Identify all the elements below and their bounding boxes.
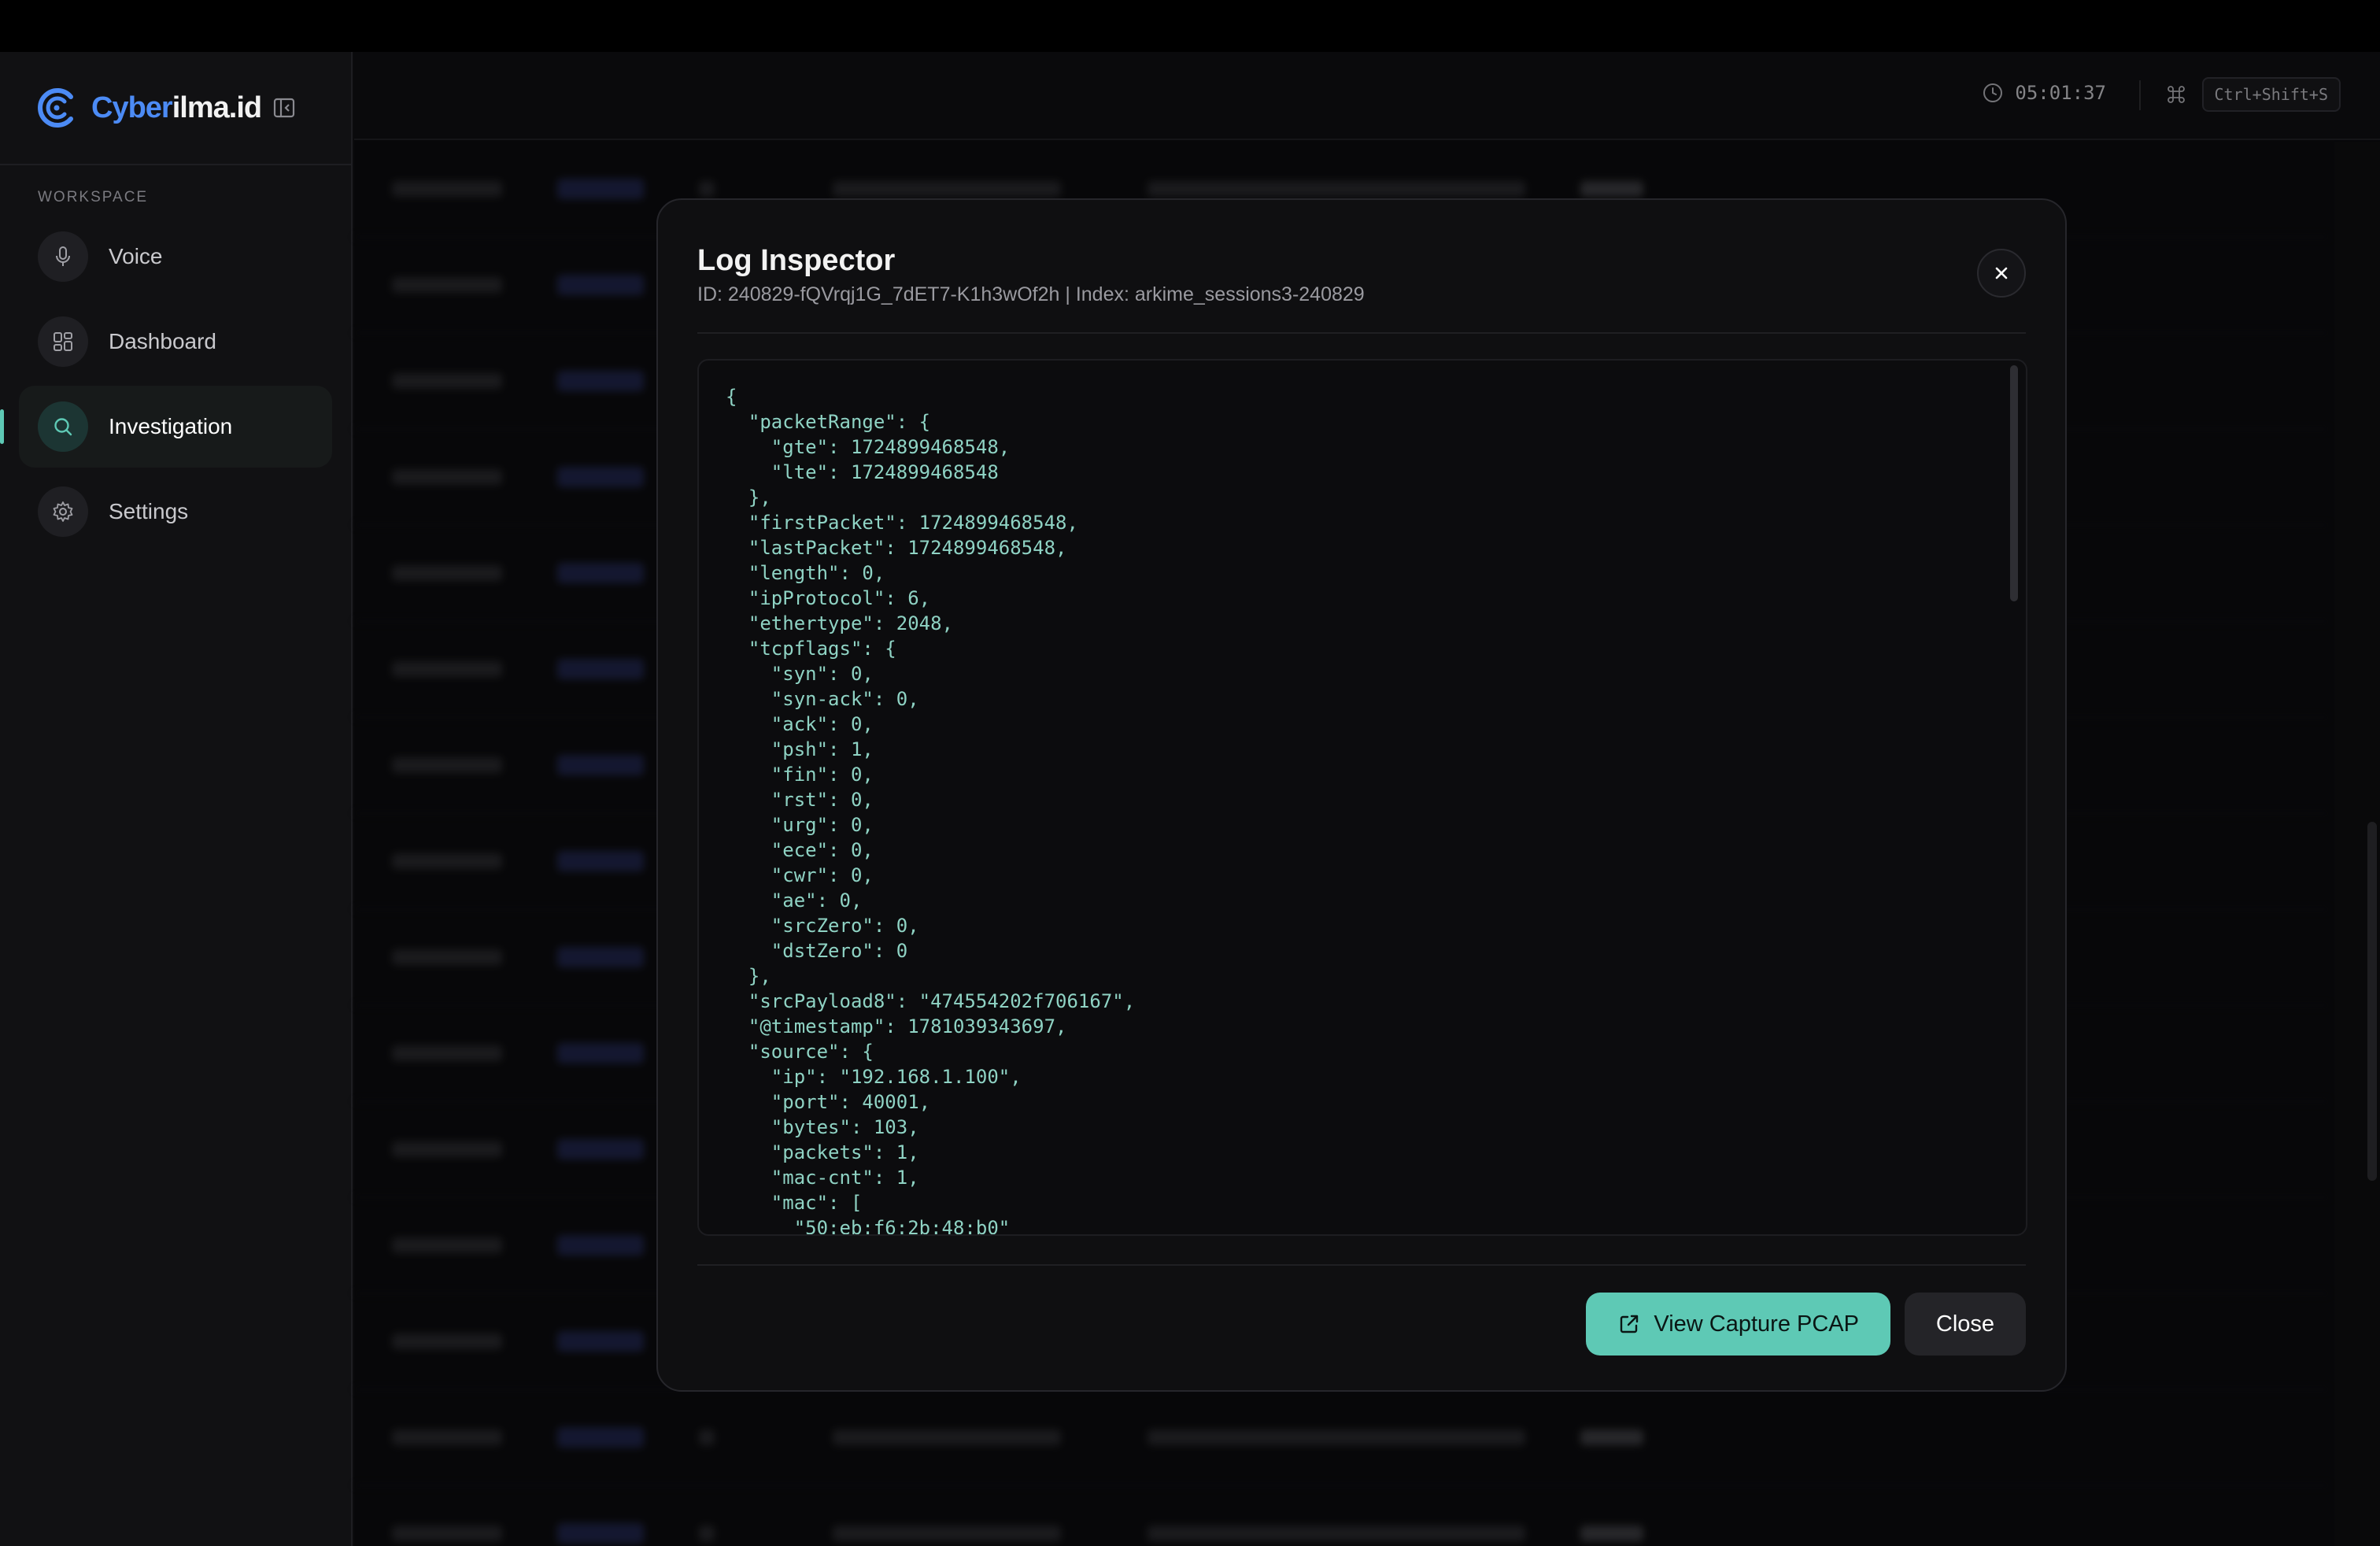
sidebar-item-dashboard[interactable]: Dashboard — [19, 301, 332, 383]
workspace-section-label: WORKSPACE — [38, 189, 149, 205]
sidebar-item-label: Voice — [109, 244, 163, 268]
brand-name: Cyberilma.id — [91, 91, 262, 125]
log-inspector-modal: Log Inspector ID: 240829-fQVrqj1G_7dET7-… — [656, 198, 2067, 1392]
sidebar-item-label: Dashboard — [109, 329, 216, 353]
dashboard-grid-icon — [38, 316, 88, 367]
json-content: { "packetRange": { "gte": 1724899468548,… — [726, 386, 1136, 1236]
sidebar-item-investigation[interactable]: Investigation — [0, 386, 332, 468]
sidebar-item-label: Settings — [109, 499, 189, 523]
sidebar-nav: Voice Dashboard Investigation Settings — [0, 216, 351, 553]
search-icon — [38, 401, 88, 452]
view-capture-pcap-label: View Capture PCAP — [1654, 1311, 1859, 1337]
sidebar-collapse-icon[interactable] — [272, 96, 296, 120]
window-top-bar — [0, 0, 2380, 52]
modal-subtitle: ID: 240829-fQVrqj1G_7dET7-K1h3wOf2h | In… — [697, 283, 1365, 305]
sidebar: Cyberilma.id WORKSPACE Voice Dashboard I… — [0, 52, 353, 1546]
close-modal-button[interactable] — [1977, 249, 2026, 298]
close-button[interactable]: Close — [1905, 1293, 2026, 1356]
view-capture-pcap-button[interactable]: View Capture PCAP — [1586, 1293, 1890, 1356]
close-icon — [1995, 267, 2008, 279]
sidebar-item-voice[interactable]: Voice — [19, 216, 332, 298]
modal-divider — [697, 332, 2026, 334]
modal-title: Log Inspector — [697, 244, 896, 277]
brand-name-rest: ilma.id — [172, 91, 262, 124]
brand-name-accent: Cyber — [91, 91, 173, 124]
sidebar-item-settings[interactable]: Settings — [19, 471, 332, 553]
external-link-icon — [1621, 1315, 1639, 1333]
json-viewer-scrollbar[interactable] — [2010, 365, 2018, 601]
microphone-icon — [38, 231, 88, 282]
gear-icon — [38, 486, 88, 537]
modal-footer-divider — [697, 1264, 2026, 1266]
json-viewer[interactable]: { "packetRange": { "gte": 1724899468548,… — [697, 359, 2027, 1236]
brand: Cyberilma.id — [0, 52, 351, 165]
sidebar-item-label: Investigation — [109, 414, 233, 438]
brand-logo-icon — [38, 88, 73, 128]
